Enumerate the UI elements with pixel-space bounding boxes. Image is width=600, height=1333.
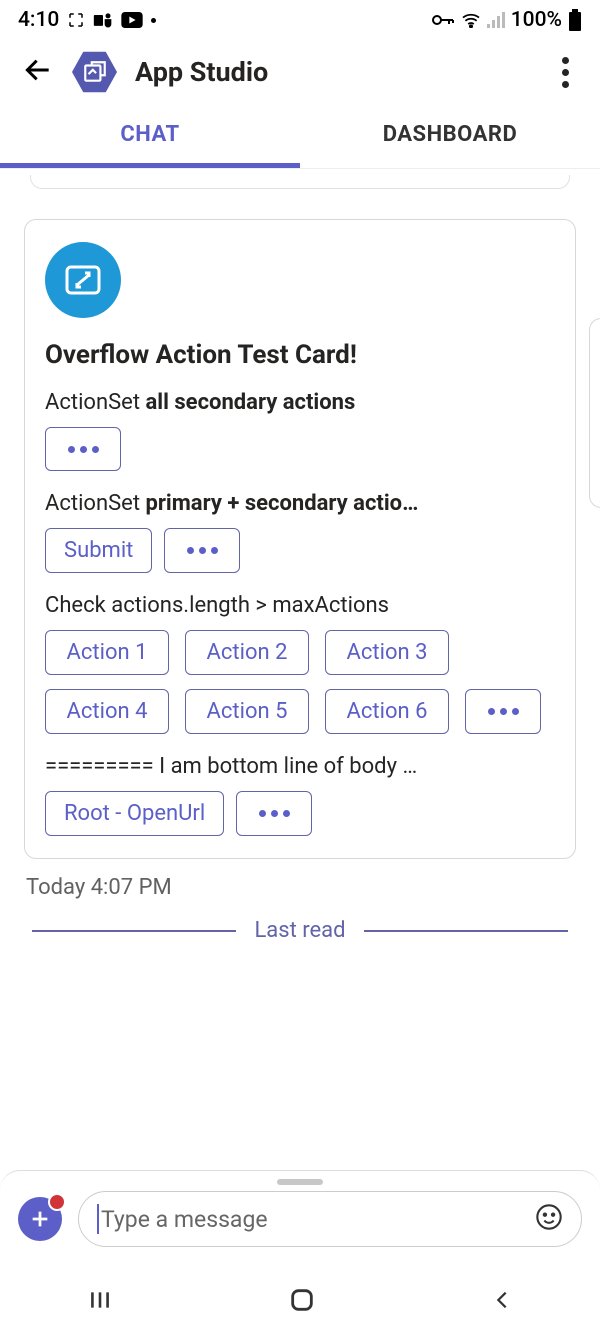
more-dot-icon — [151, 18, 156, 23]
card-section-1-bold: all secondary actions — [146, 390, 356, 415]
card-section-3: Check actions.length > maxActions — [45, 593, 555, 618]
ellipsis-icon — [187, 547, 218, 554]
system-nav-bar — [0, 1271, 600, 1333]
card-section-1: ActionSet all secondary actions — [45, 390, 555, 415]
youtube-icon — [121, 12, 143, 28]
nav-back-icon[interactable] — [491, 1287, 513, 1317]
fullscreen-icon — [67, 11, 85, 29]
back-icon[interactable] — [22, 54, 54, 90]
divider-left — [32, 930, 236, 932]
status-left: 4:10 — [18, 8, 156, 32]
chat-scroll[interactable]: Overflow Action Test Card! ActionSet all… — [0, 169, 600, 963]
adaptive-card: Overflow Action Test Card! ActionSet all… — [24, 219, 576, 859]
card-section-2-prefix: ActionSet — [45, 491, 146, 516]
overflow-button-3[interactable] — [465, 689, 541, 734]
action-1-button[interactable]: Action 1 — [45, 630, 169, 675]
status-bar: 4:10 100% — [0, 0, 600, 40]
text-cursor — [97, 1204, 99, 1234]
submit-button[interactable]: Submit — [45, 528, 152, 573]
card-avatar-icon — [45, 242, 121, 318]
actionset-3: Action 1 Action 2 Action 3 Action 4 Acti… — [45, 630, 555, 734]
nav-recent-icon[interactable] — [87, 1287, 113, 1317]
card-section-2: ActionSet primary + secondary actio… — [45, 491, 555, 516]
status-time: 4:10 — [18, 8, 59, 32]
action-3-button[interactable]: Action 3 — [325, 630, 449, 675]
status-right: 100% — [431, 8, 582, 32]
divider-right — [364, 930, 568, 932]
tab-dashboard[interactable]: DASHBOARD — [300, 104, 600, 168]
tab-chat[interactable]: CHAT — [0, 104, 300, 168]
message-input-container[interactable] — [78, 1191, 582, 1247]
card-section-1-prefix: ActionSet — [45, 390, 146, 415]
previous-card-edge — [30, 175, 570, 189]
overflow-button-2[interactable] — [164, 528, 240, 573]
app-bar: App Studio — [0, 40, 600, 104]
wifi-icon — [461, 12, 481, 28]
action-2-button[interactable]: Action 2 — [185, 630, 309, 675]
card-bottom-line: ========= I am bottom line of body … — [45, 754, 555, 779]
emoji-icon[interactable] — [535, 1203, 563, 1235]
composer — [0, 1170, 600, 1271]
card-title: Overflow Action Test Card! — [45, 340, 555, 370]
actionset-2: Submit — [45, 528, 555, 573]
drag-handle-icon[interactable] — [277, 1179, 323, 1185]
ellipsis-icon — [488, 708, 519, 715]
ellipsis-icon — [68, 446, 99, 453]
action-6-button[interactable]: Action 6 — [325, 689, 449, 734]
next-card-peek — [589, 318, 600, 508]
compose-add-button[interactable] — [18, 1197, 62, 1241]
overflow-button-1[interactable] — [45, 427, 121, 471]
teams-icon — [93, 11, 113, 29]
last-read-marker: Last read — [12, 914, 588, 963]
more-vertical-icon[interactable] — [550, 57, 580, 88]
message-timestamp: Today 4:07 PM — [12, 859, 588, 914]
nav-home-icon[interactable] — [288, 1286, 316, 1318]
app-title: App Studio — [135, 56, 532, 88]
vpn-key-icon — [431, 13, 455, 27]
battery-icon — [568, 9, 582, 31]
app-studio-logo-icon — [72, 50, 117, 95]
message-input[interactable] — [101, 1206, 535, 1233]
battery-text: 100% — [511, 8, 562, 32]
card-section-2-bold: primary + secondary actio… — [146, 491, 419, 516]
overflow-button-root[interactable] — [236, 791, 312, 836]
ellipsis-icon — [259, 810, 290, 817]
action-5-button[interactable]: Action 5 — [185, 689, 309, 734]
root-openurl-button[interactable]: Root - OpenUrl — [45, 791, 224, 836]
action-4-button[interactable]: Action 4 — [45, 689, 169, 734]
last-read-label: Last read — [254, 918, 345, 943]
actionset-root: Root - OpenUrl — [45, 791, 555, 836]
tab-bar: CHAT DASHBOARD — [0, 104, 600, 169]
signal-icon — [487, 12, 505, 28]
actionset-1 — [45, 427, 555, 471]
